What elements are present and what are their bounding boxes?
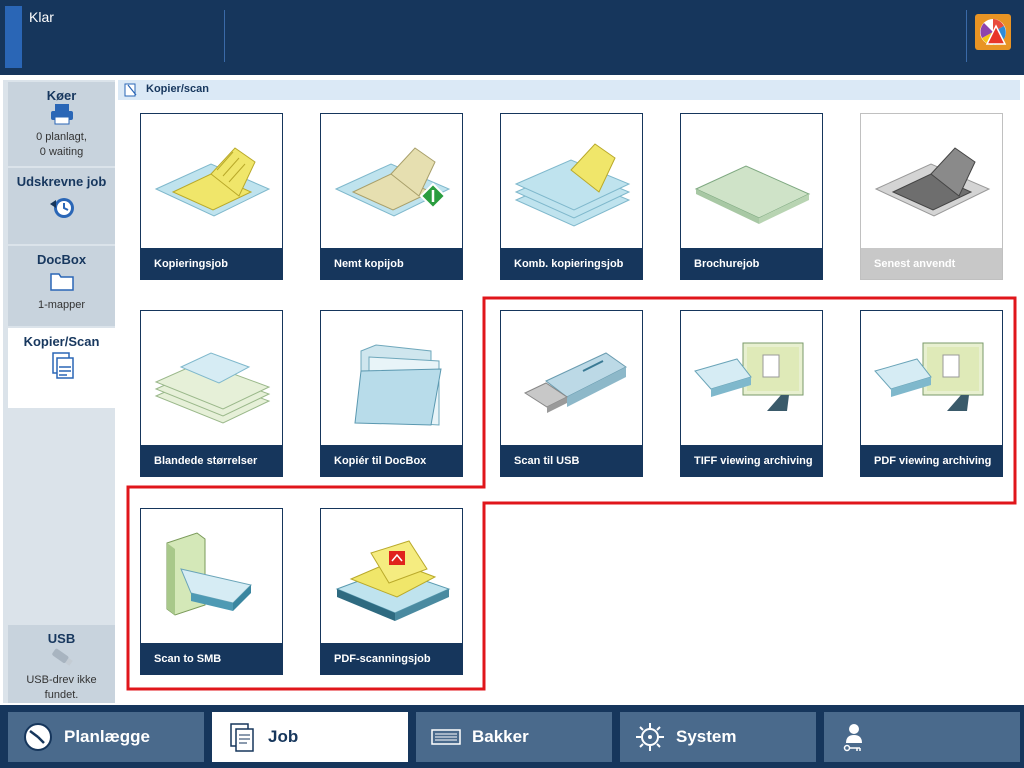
- tile-recently-used: Senest anvendt: [860, 113, 1003, 280]
- usb-stick-icon: [523, 352, 627, 413]
- sidebar-item-usb[interactable]: USB USB-drev ikke fundet.: [8, 625, 115, 703]
- sidebar-item-docbox[interactable]: DocBox 1-mapper: [8, 246, 115, 326]
- sidebar-item-copy-scan[interactable]: Kopier/Scan: [8, 328, 115, 408]
- copy-scan-icon: [124, 83, 137, 97]
- recent-job-icon: [874, 147, 991, 217]
- tile-scan-to-smb[interactable]: Scan to SMB: [140, 508, 283, 675]
- copy-job-icon: [154, 147, 271, 217]
- tile-combined-copy-job[interactable]: Komb. kopieringsjob: [500, 113, 643, 280]
- top-status-bar: Klar: [0, 0, 1024, 75]
- tile-tiff-viewing-archiving[interactable]: TIFF viewing archiving: [680, 310, 823, 477]
- breadcrumb-text: Kopier/scan: [146, 83, 209, 95]
- tile-brochure-job[interactable]: Brochurejob: [680, 113, 823, 280]
- nav-system-button[interactable]: System: [620, 712, 816, 762]
- pdf-scan-icon: [335, 540, 451, 621]
- sidebar-item-label: DocBox: [36, 252, 87, 267]
- tile-label: TIFF viewing archiving: [681, 445, 822, 476]
- tile-label: PDF-scanningsjob: [321, 643, 462, 674]
- tile-label: PDF viewing archiving: [861, 445, 1002, 476]
- tile-label: Senest anvendt: [861, 248, 1002, 279]
- sidebar-item-printed-jobs[interactable]: Udskrevne job: [8, 168, 115, 244]
- divider: [224, 10, 225, 62]
- combined-copy-icon: [514, 143, 631, 227]
- document-icon: [230, 723, 254, 752]
- tile-label: Blandede størrelser: [141, 445, 282, 476]
- tile-pdf-viewing-archiving[interactable]: PDF viewing archiving: [860, 310, 1003, 477]
- printer-icon: [50, 104, 73, 125]
- breadcrumb: Kopier/scan: [118, 80, 1020, 100]
- tile-label: Komb. kopieringsjob: [501, 248, 642, 279]
- sidebar-item-queues[interactable]: Køer 0 planlagt, 0 waiting: [8, 82, 115, 166]
- gear-icon: [636, 723, 664, 751]
- history-icon: [49, 198, 74, 218]
- status-text: Klar: [29, 9, 54, 25]
- sidebar-item-label: Køer: [46, 88, 77, 103]
- usb-status-cont: fundet.: [44, 689, 79, 701]
- sidebar-item-label: USB: [47, 631, 76, 646]
- usb-status: USB-drev ikke: [26, 674, 97, 686]
- usb-icon: [51, 648, 73, 666]
- user-key-icon: [843, 724, 862, 752]
- nav-schedule-button[interactable]: Planlægge: [8, 712, 204, 762]
- folder-icon: [49, 273, 74, 291]
- nav-label: System: [676, 727, 737, 746]
- tile-label: Brochurejob: [681, 248, 822, 279]
- tile-label: Scan to SMB: [141, 643, 282, 674]
- main-area: Køer 0 planlagt, 0 waiting Udskrevne job…: [0, 75, 1024, 705]
- bottom-navigation: Planlægge Job Bakker System: [0, 705, 1024, 768]
- nav-trays-button[interactable]: Bakker: [416, 712, 612, 762]
- tile-copy-to-docbox[interactable]: Kopiér til DocBox: [320, 310, 463, 477]
- tile-label: Kopieringsjob: [141, 248, 282, 279]
- copy-scan-icon: [51, 352, 74, 379]
- clock-icon: [24, 723, 52, 751]
- nav-label: Job: [268, 727, 299, 746]
- sidebar-item-label: Kopier/Scan: [23, 334, 100, 349]
- tile-mixed-sizes[interactable]: Blandede størrelser: [140, 310, 283, 477]
- queue-planned: 0 planlagt,: [36, 131, 87, 143]
- tile-copy-job[interactable]: Kopieringsjob: [140, 113, 283, 280]
- tile-label: Kopiér til DocBox: [321, 445, 462, 476]
- mixed-sizes-icon: [154, 352, 271, 424]
- scan-monitor-icon: [694, 342, 804, 411]
- status-indicator: [5, 6, 22, 68]
- nav-label: Bakker: [472, 727, 529, 746]
- docbox-count: 1-mapper: [37, 299, 86, 311]
- server-scanner-icon: [166, 532, 252, 616]
- docbox-folder-icon: [354, 344, 442, 426]
- sidebar-item-label: Udskrevne job: [16, 174, 107, 189]
- tile-label: Scan til USB: [501, 445, 642, 476]
- tile-scan-to-usb[interactable]: Scan til USB: [500, 310, 643, 477]
- trays-icon: [431, 729, 461, 745]
- divider: [966, 10, 967, 62]
- system-status-icon[interactable]: [975, 14, 1011, 50]
- nav-job-button[interactable]: Job: [212, 712, 408, 762]
- tile-easy-copy-job[interactable]: Nemt kopijob: [320, 113, 463, 280]
- nav-label: Planlægge: [64, 727, 150, 746]
- tile-pdf-scan-job[interactable]: PDF-scanningsjob: [320, 508, 463, 675]
- scan-monitor-icon: [874, 342, 984, 411]
- brochure-icon: [694, 165, 811, 224]
- tile-label: Nemt kopijob: [321, 248, 462, 279]
- nav-user-button[interactable]: [824, 712, 1020, 762]
- easy-copy-icon: [334, 147, 451, 217]
- queue-waiting: 0 waiting: [39, 146, 84, 158]
- sidebar: Køer 0 planlagt, 0 waiting Udskrevne job…: [3, 80, 115, 703]
